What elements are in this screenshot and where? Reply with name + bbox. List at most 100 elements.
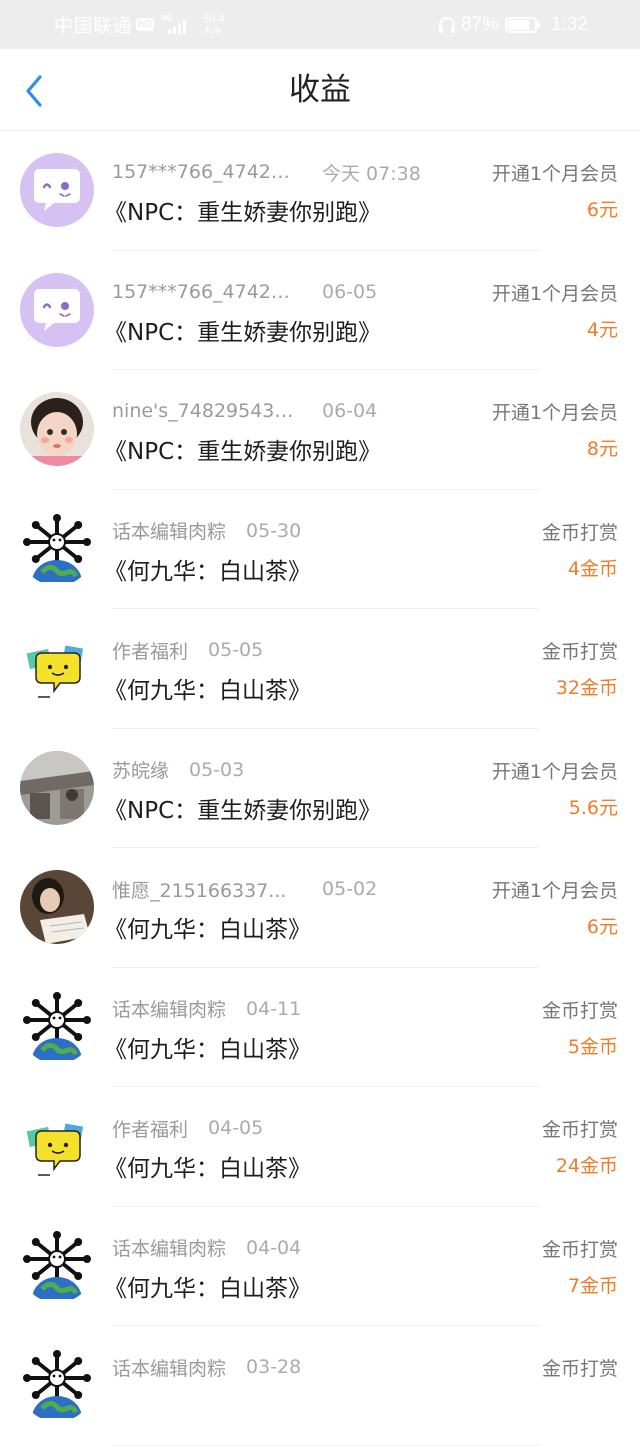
user-name: 157***766_47427... [112, 280, 300, 303]
battery-fill [508, 19, 530, 30]
battery-icon [505, 16, 541, 33]
user-name: 话本编辑肉粽 [112, 999, 227, 1021]
amount: 8元 [586, 438, 618, 460]
user-name: 话本编辑肉粽 [112, 1357, 227, 1380]
work-title: 《NPC：重生娇妻你别跑》 [104, 200, 382, 226]
hd-badge: HD [136, 18, 155, 31]
child-photo-icon [20, 392, 94, 466]
carrier-name: 中国联通 [54, 15, 133, 37]
page-title: 收益 [289, 72, 351, 108]
earnings-row-11[interactable]: 话本编辑肉粽 03-28 金币打赏 [0, 1326, 640, 1446]
date: 05-02 [322, 878, 378, 900]
headphone-icon [438, 16, 455, 33]
earnings-row-5[interactable]: 作者福利 05-05 《何九华：白山茶》 金币打赏 32金币 [0, 609, 640, 729]
income-type: 开通1个月会员 [491, 163, 618, 185]
avatar-yellow-chat [20, 631, 94, 705]
income-type: 开通1个月会员 [491, 402, 618, 424]
date: 03-28 [246, 1356, 302, 1378]
earnings-row-1[interactable]: 157***766_47427... 今天 07:38 《NPC：重生娇妻你别跑… [0, 131, 640, 251]
user-name: 作者福利 [112, 640, 189, 663]
amount: 5.6元 [568, 796, 618, 819]
chat-bubble-icon [20, 153, 94, 227]
amount: 24金币 [555, 1155, 618, 1177]
reading-photo-icon [20, 870, 94, 944]
work-title: 《何九华：白山茶》 [104, 1275, 311, 1302]
income-type: 金币打赏 [541, 999, 618, 1022]
avatar-chat-bubble [20, 153, 94, 227]
earnings-row-9[interactable]: 作者福利 04-05 《何九华：白山茶》 金币打赏 24金币 [0, 1087, 640, 1207]
avatar-globe-bones [20, 511, 94, 586]
user-name: 惟愿_215166337... [112, 879, 287, 902]
signal-icon: 4G [160, 13, 190, 36]
user-name: 话本编辑肉粽 [112, 1238, 227, 1260]
row-meta: 话本编辑肉粽 04-04 [112, 1235, 301, 1261]
earnings-row-6[interactable]: 苏皖缘 05-03 《NPC：重生娇妻你别跑》 开通1个月会员 5.6元 [0, 729, 640, 848]
income-type: 金币打赏 [541, 1358, 618, 1380]
user-name: 苏皖缘 [112, 760, 170, 782]
row-meta: 作者福利 05-05 [112, 637, 263, 663]
work-title: 《NPC：重生娇妻你别跑》 [104, 439, 382, 465]
income-type: 开通1个月会员 [491, 760, 618, 783]
work-title: 《何九华：白山茶》 [104, 558, 311, 585]
avatar-yellow-chat [20, 1109, 94, 1183]
row-meta: 话本编辑肉粽 03-28 [112, 1354, 301, 1380]
date: 05-05 [208, 639, 264, 661]
yellow-chat-icon [20, 1109, 94, 1183]
yellow-chat-icon [20, 631, 94, 705]
avatar-globe-bones [20, 989, 94, 1064]
globe-icon [20, 511, 94, 586]
row-meta: 157***766_47427... 06-05 [112, 279, 377, 305]
date: 05-03 [189, 758, 245, 781]
date: 04-05 [208, 1117, 264, 1139]
amount: 6元 [586, 199, 618, 221]
income-type: 金币打赏 [541, 1238, 618, 1261]
avatar-chat-bubble [20, 272, 94, 347]
earnings-list: 157***766_47427... 今天 07:38 《NPC：重生娇妻你别跑… [0, 131, 640, 1446]
row-meta: 话本编辑肉粽 05-30 [112, 518, 301, 544]
work-title: 《NPC：重生娇妻你别跑》 [104, 797, 382, 824]
amount: 7金币 [567, 1274, 618, 1297]
globe-icon [20, 1348, 94, 1422]
date: 06-04 [322, 400, 378, 422]
avatar-child-photo [20, 392, 94, 466]
row-meta: 苏皖缘 05-03 [112, 757, 244, 783]
earnings-row-8[interactable]: 话本编辑肉粽 04-11 《何九华：白山茶》 金币打赏 5金币 [0, 968, 640, 1087]
network-speed: 30.4 K/s [198, 13, 228, 37]
globe-icon [20, 1228, 94, 1303]
user-name: 157***766_47427... [112, 161, 300, 183]
divider [112, 1444, 540, 1446]
signal-bars-icon [168, 19, 187, 34]
date: 06-05 [322, 280, 378, 303]
user-name: 作者福利 [112, 1118, 189, 1141]
row-meta: 157***766_47427... 今天 07:38 [112, 159, 421, 185]
network-speed-unit: K/s [205, 24, 222, 37]
avatar-reading-photo [20, 870, 94, 944]
user-name: 话本编辑肉粽 [112, 521, 227, 543]
earnings-row-7[interactable]: 惟愿_215166337... 05-02 《何九华：白山茶》 开通1个月会员 … [0, 848, 640, 968]
battery-percent: 87% [460, 13, 500, 35]
work-title: 《NPC：重生娇妻你别跑》 [104, 319, 382, 346]
amount: 4金币 [567, 557, 618, 580]
network-speed-value: 30.4 [202, 12, 225, 25]
earnings-row-3[interactable]: nine's_748295438... 06-04 《NPC：重生娇妻你别跑》 … [0, 370, 640, 490]
earnings-row-2[interactable]: 157***766_47427... 06-05 《NPC：重生娇妻你别跑》 开… [0, 251, 640, 370]
income-type: 金币打赏 [541, 521, 618, 544]
row-meta: 作者福利 04-05 [112, 1115, 263, 1141]
income-type: 开通1个月会员 [491, 880, 618, 902]
work-title: 《何九华：白山茶》 [104, 1036, 311, 1063]
income-type: 开通1个月会员 [491, 282, 618, 305]
income-type: 金币打赏 [541, 641, 618, 663]
row-meta: nine's_748295438... 06-04 [112, 398, 377, 424]
date: 今天 07:38 [322, 162, 421, 185]
earnings-row-10[interactable]: 话本编辑肉粽 04-04 《何九华：白山茶》 金币打赏 7金币 [0, 1207, 640, 1326]
street-photo-icon [20, 750, 94, 825]
amount: 32金币 [555, 677, 618, 699]
date: 05-30 [246, 519, 302, 542]
date: 04-11 [246, 997, 302, 1020]
earnings-row-4[interactable]: 话本编辑肉粽 05-30 《何九华：白山茶》 金币打赏 4金币 [0, 490, 640, 609]
avatar-street-photo [20, 750, 94, 825]
income-type: 金币打赏 [541, 1119, 618, 1141]
row-meta: 话本编辑肉粽 04-11 [112, 996, 301, 1022]
amount: 6元 [586, 916, 618, 938]
avatar-globe-bones [20, 1228, 94, 1303]
